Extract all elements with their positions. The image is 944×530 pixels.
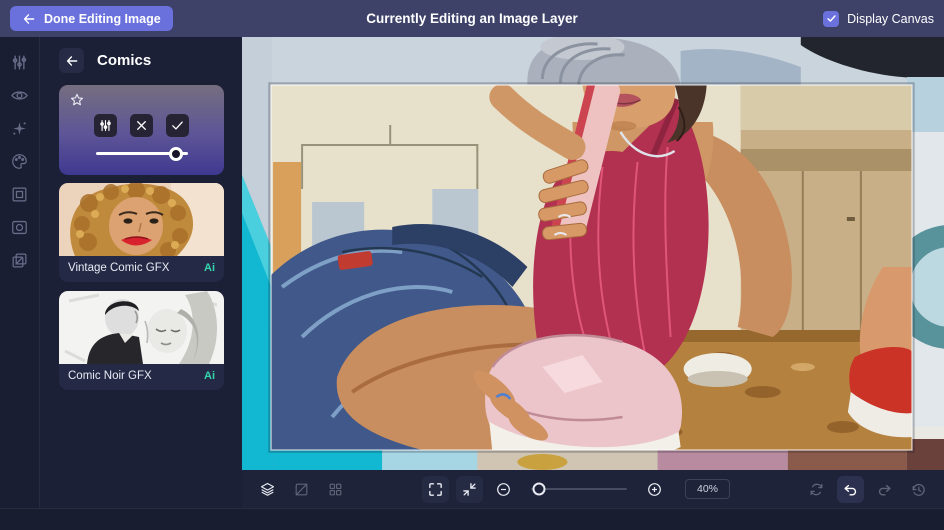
vintage-comic-thumbnail [59,183,224,256]
filter-strength-knob[interactable] [168,146,183,161]
redo-button[interactable] [871,476,898,503]
bottom-strip [0,508,944,530]
layers-icon [260,482,275,496]
panel-back-button[interactable] [59,48,84,73]
layers-button[interactable] [254,476,281,503]
duplicate-tool-button[interactable] [5,247,35,273]
panel-title: Comics [97,52,152,69]
fit-screen-icon [463,482,476,496]
discard-filter-button[interactable] [130,114,153,137]
done-editing-button[interactable]: Done Editing Image [10,6,173,31]
expand-fullscreen-button[interactable] [422,475,449,503]
filter-name: Vintage Comic GFX [68,262,170,274]
vignette-icon [12,220,27,234]
reset-button[interactable] [803,476,830,503]
fit-to-screen-button[interactable] [456,475,483,503]
tool-rail [0,37,40,508]
reset-icon [810,483,823,495]
done-editing-label: Done Editing Image [44,11,161,26]
apply-filter-button[interactable] [166,114,189,137]
zoom-in-icon [648,482,661,496]
check-icon [826,15,836,22]
display-canvas-toggle[interactable]: Display Canvas [823,10,934,27]
grid-icon [329,483,342,495]
canvas-toolbar: 40% [242,470,944,508]
undo-icon [844,484,857,496]
edit-canvas-icon [295,482,308,496]
effects-tool-button[interactable] [5,115,35,141]
editing-canvas[interactable] [242,37,944,470]
canvas-tool-button[interactable] [5,181,35,207]
ai-badge: Ai [204,262,215,274]
display-canvas-checkbox[interactable] [823,10,840,27]
filter-label-row: Vintage Comic GFX Ai [59,256,224,282]
image-editor-app: Done Editing Image Currently Editing an … [0,0,944,530]
discard-icon [137,121,146,130]
eye-icon [11,90,28,100]
apply-icon [172,121,183,130]
filter-actions [69,114,214,137]
panel-header: Comics [59,48,224,73]
edit-canvas-button[interactable] [288,476,315,503]
toolbar-left-group [254,476,349,503]
toolbar-history-group [803,475,932,503]
adjust-filter-button[interactable] [94,114,117,137]
ai-badge: Ai [204,370,215,382]
zoom-slider[interactable] [531,482,627,496]
zoom-in-button[interactable] [641,476,668,503]
top-bar: Done Editing Image Currently Editing an … [0,0,944,37]
filter-label-row: Comic Noir GFX Ai [59,364,224,390]
comic-noir-thumbnail [59,291,224,364]
adjustments-tool-button[interactable] [5,49,35,75]
display-canvas-label: Display Canvas [847,11,934,26]
filter-card-comic-noir[interactable]: Comic Noir GFX Ai [59,291,224,390]
redo-icon [878,484,891,496]
zoom-percent-display[interactable]: 40% [685,479,731,499]
canvas-artwork [242,37,944,470]
vignette-tool-button[interactable] [5,214,35,240]
history-icon [912,483,925,496]
filters-panel: Comics Vintage Comic GFX Ai Comic Noir G… [40,37,242,508]
colors-tool-button[interactable] [5,148,35,174]
zoom-slider-knob[interactable] [532,482,546,496]
expand-icon [429,482,442,496]
adjust-icon [100,119,111,132]
preview-tool-button[interactable] [5,82,35,108]
history-button[interactable] [905,476,932,503]
canvas-frame-icon [12,187,27,201]
undo-button[interactable] [837,475,865,503]
zoom-out-button[interactable] [490,476,517,503]
back-arrow-icon [66,55,77,66]
filter-strength-slider[interactable] [95,146,188,161]
filter-card-vintage-comic[interactable]: Vintage Comic GFX Ai [59,183,224,282]
filter-name: Comic Noir GFX [68,370,152,382]
toolbar-zoom-group: 40% [422,475,731,503]
back-arrow-icon [23,13,35,24]
duplicate-icon [12,253,27,267]
image-layer [271,85,912,450]
star-icon [70,93,84,106]
selected-filter-card [59,85,224,175]
zoom-out-icon [497,482,510,496]
palette-icon [12,153,27,169]
canvas-area: 40% [242,37,944,508]
editor-body: Comics Vintage Comic GFX Ai Comic Noir G… [0,37,944,508]
grid-view-button[interactable] [322,476,349,503]
effects-icon [13,121,26,135]
favorite-button[interactable] [69,92,85,111]
adjustments-icon [12,54,27,70]
